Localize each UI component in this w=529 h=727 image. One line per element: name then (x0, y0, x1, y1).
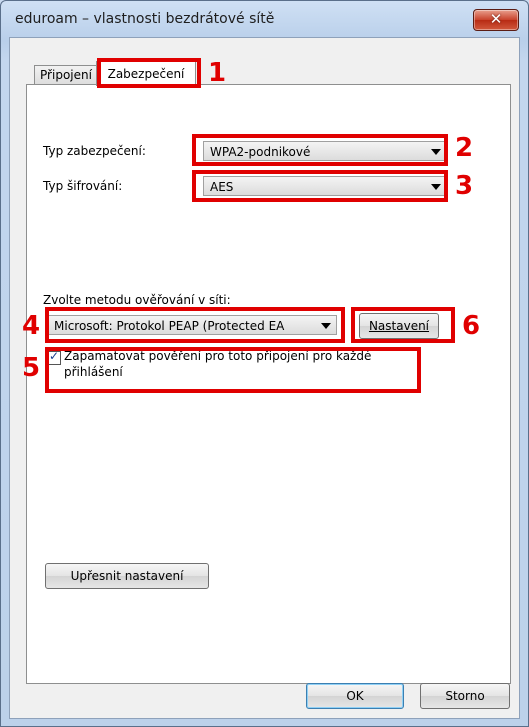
advanced-settings-button[interactable]: Upřesnit nastavení (45, 563, 209, 589)
annotation-number-5: 5 (22, 353, 41, 383)
annotation-number-4: 4 (22, 311, 41, 341)
annotation-number-1: 1 (208, 58, 227, 88)
cancel-button-label: Storno (445, 689, 485, 703)
title-bar[interactable]: eduroam – vlastnosti bezdrátové sítě ✕ (1, 1, 528, 37)
ok-button-label: OK (346, 689, 364, 703)
tab-pripojeni[interactable]: Připojení (34, 65, 98, 85)
close-button[interactable]: ✕ (473, 9, 519, 31)
annotation-box-2 (192, 134, 448, 166)
auth-method-label: Zvolte metodu ověřování v síti: (43, 293, 231, 307)
annotation-box-3 (192, 170, 448, 202)
security-type-label: Typ zabezpečení: (43, 144, 146, 158)
annotation-box-6 (351, 307, 455, 343)
annotation-number-2: 2 (455, 133, 474, 163)
annotation-box-1 (97, 58, 201, 88)
cancel-button[interactable]: Storno (420, 683, 510, 709)
annotation-box-4 (45, 307, 345, 343)
encryption-type-label: Typ šifrování: (43, 179, 123, 193)
ok-button[interactable]: OK (306, 683, 404, 709)
annotation-number-6: 6 (462, 311, 481, 341)
window-title: eduroam – vlastnosti bezdrátové sítě (15, 11, 275, 27)
annotation-box-5 (45, 347, 421, 393)
annotation-number-3: 3 (455, 171, 474, 201)
advanced-settings-label: Upřesnit nastavení (70, 569, 184, 583)
close-icon: ✕ (489, 10, 503, 28)
tab-pripojeni-label: Připojení (40, 68, 92, 82)
